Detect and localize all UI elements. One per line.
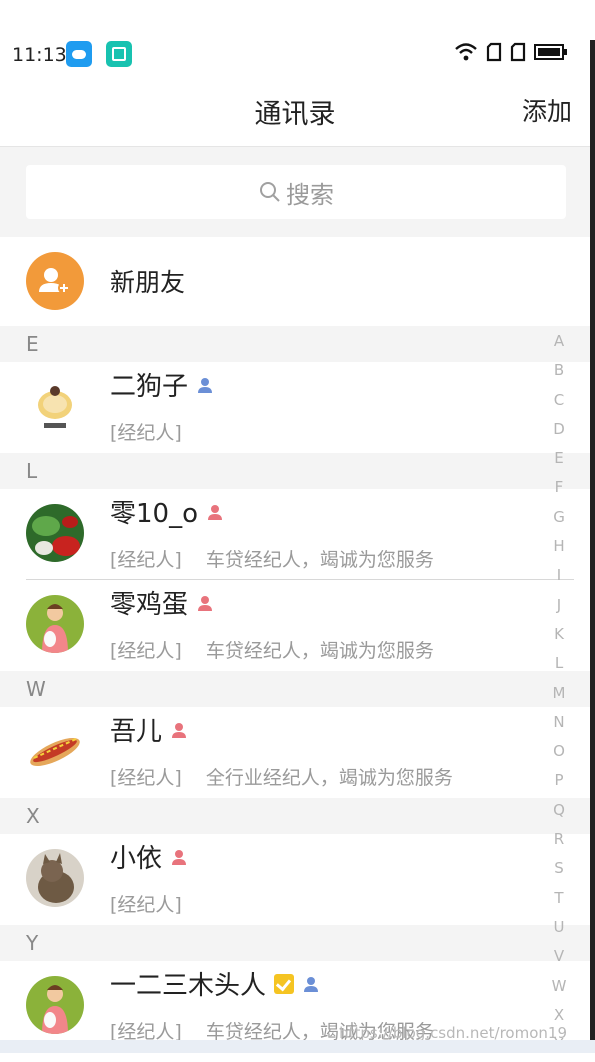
contact-name-line: 一二三木头人 (110, 965, 320, 1002)
contact-description: 车贷经纪人，竭诚为您服务 (205, 549, 434, 571)
index-letter-v[interactable]: V (546, 945, 572, 974)
contact-description: 车贷经纪人，竭诚为您服务 (205, 640, 434, 662)
index-letter-a[interactable]: A (546, 330, 572, 359)
index-letter-m[interactable]: M (546, 682, 572, 711)
section-header-w: W (0, 671, 590, 707)
search-placeholder: 搜索 (286, 180, 334, 209)
add-button[interactable]: 添加 (522, 92, 572, 128)
contact-description: 全行业经纪人，竭诚为您服务 (205, 767, 453, 789)
new-friends-label: 新朋友 (110, 268, 186, 297)
contact-role: [经纪人] (110, 894, 182, 916)
index-letter-l[interactable]: L (546, 652, 572, 681)
index-letter-j[interactable]: J (546, 594, 572, 623)
contact-name: 一二三木头人 (110, 971, 267, 1001)
contact-role: [经纪人] (110, 422, 182, 444)
wifi-icon (455, 43, 477, 61)
search-bar: 搜索 (0, 147, 590, 237)
index-letter-f[interactable]: F (546, 476, 572, 505)
broker-person-icon (198, 595, 213, 611)
contact-avatar (26, 377, 84, 435)
broker-person-icon (172, 849, 187, 865)
weather-app-icon (66, 41, 92, 67)
contact-avatar (26, 595, 84, 653)
contact-role: [经纪人] (110, 640, 182, 662)
contact-row[interactable]: 吾儿 [经纪人] 全行业经纪人，竭诚为您服务 (0, 707, 590, 797)
index-letter-t[interactable]: T (546, 887, 572, 916)
contact-name: 二狗子 (110, 372, 189, 402)
index-letter-g[interactable]: G (546, 506, 572, 535)
index-letter-u[interactable]: U (546, 916, 572, 945)
contact-subtitle: [经纪人] 全行业经纪人，竭诚为您服务 (110, 763, 453, 790)
contact-name: 零10_o (110, 499, 198, 529)
page-title: 通讯录 (254, 99, 336, 130)
screen-edge (590, 40, 595, 1040)
contact-name-line: 吾儿 (110, 711, 188, 748)
section-letter: W (26, 677, 46, 701)
section-letter: L (26, 459, 38, 483)
index-letter-e[interactable]: E (546, 447, 572, 476)
index-letter-q[interactable]: Q (546, 799, 572, 828)
section-header-l: L (0, 453, 590, 489)
broker-person-icon (304, 976, 319, 992)
new-friends-item[interactable]: 新朋友 (0, 237, 590, 325)
contact-avatar (26, 849, 84, 907)
status-time: 11:13 (12, 44, 67, 66)
contact-role: [经纪人] (110, 767, 182, 789)
contact-name-line: 二狗子 (110, 366, 214, 403)
verified-badge-icon (274, 973, 295, 994)
index-letter-o[interactable]: O (546, 740, 572, 769)
index-letter-p[interactable]: P (546, 769, 572, 798)
alphabet-index[interactable]: ABCDEFGHIJKLMNOPQRSTUVWXY (546, 330, 572, 1062)
sim-card-icon (486, 42, 502, 62)
contact-row[interactable]: 二狗子 [经纪人] (0, 362, 590, 452)
section-letter: X (26, 804, 40, 828)
battery-icon (534, 44, 567, 60)
contact-avatar (26, 976, 84, 1034)
broker-person-icon (172, 722, 187, 738)
add-friend-icon (26, 252, 84, 310)
contact-role: [经纪人] (110, 549, 182, 571)
search-icon (260, 182, 280, 202)
contact-avatar (26, 722, 84, 780)
index-letter-s[interactable]: S (546, 857, 572, 886)
status-bar: 11:13 (0, 0, 590, 80)
nav-bar: 通讯录 添加 (0, 80, 590, 147)
section-header-y: Y (0, 925, 590, 961)
contact-avatar (26, 504, 84, 562)
index-letter-w[interactable]: W (546, 975, 572, 1004)
contact-subtitle: [经纪人] (110, 418, 200, 445)
contact-subtitle: [经纪人] 车贷经纪人，竭诚为您服务 (110, 636, 434, 663)
sim-card-icon (510, 42, 526, 62)
contact-row[interactable]: 零10_o [经纪人] 车贷经纪人，竭诚为您服务 (26, 489, 574, 580)
index-letter-h[interactable]: H (546, 535, 572, 564)
section-header-e: E (0, 326, 590, 362)
scan-app-icon (106, 41, 132, 67)
index-letter-c[interactable]: C (546, 389, 572, 418)
section-letter: Y (26, 931, 39, 955)
contact-subtitle: [经纪人] (110, 890, 200, 917)
contact-name: 小依 (110, 844, 163, 874)
contact-name-line: 零鸡蛋 (110, 584, 214, 621)
status-icons (454, 42, 568, 62)
index-letter-k[interactable]: K (546, 623, 572, 652)
section-letter: E (26, 332, 39, 356)
index-letter-d[interactable]: D (546, 418, 572, 447)
index-letter-r[interactable]: R (546, 828, 572, 857)
contact-row[interactable]: 零鸡蛋 [经纪人] 车贷经纪人，竭诚为您服务 (0, 580, 590, 670)
section-header-x: X (0, 798, 590, 834)
broker-person-icon (208, 504, 222, 520)
contact-name: 吾儿 (110, 717, 163, 747)
index-letter-n[interactable]: N (546, 711, 572, 740)
index-letter-i[interactable]: I (546, 564, 572, 593)
broker-person-icon (198, 377, 213, 393)
contact-subtitle: [经纪人] 车贷经纪人，竭诚为您服务 (110, 545, 434, 572)
bottom-bar (0, 1040, 595, 1053)
contact-name-line: 小依 (110, 838, 188, 875)
contact-row[interactable]: 小依 [经纪人] (0, 834, 590, 924)
contact-name: 零鸡蛋 (110, 590, 189, 620)
search-input[interactable]: 搜索 (26, 165, 566, 219)
contact-name-line: 零10_o (110, 493, 224, 530)
index-letter-b[interactable]: B (546, 359, 572, 388)
